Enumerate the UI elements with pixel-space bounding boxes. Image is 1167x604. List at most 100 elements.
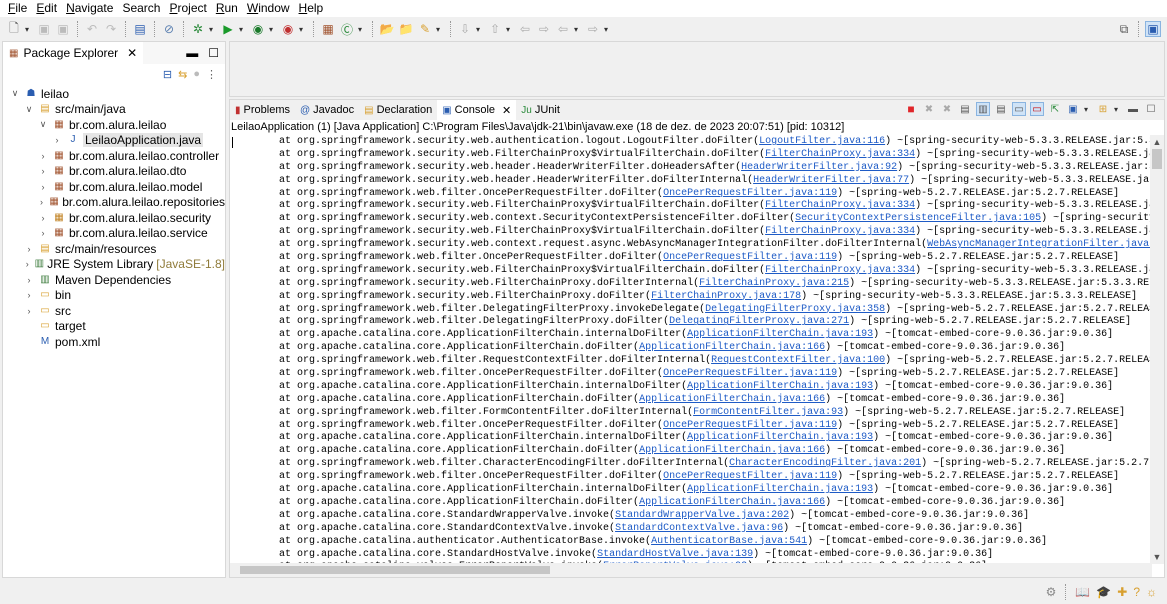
source-link[interactable]: FilterChainProxy.java:178 xyxy=(651,291,801,302)
run-dropdown[interactable]: ▾ xyxy=(239,25,247,34)
chevron-down-icon[interactable]: ∨ xyxy=(9,88,21,99)
link-with-editor-icon[interactable]: ⇆ xyxy=(178,68,187,81)
display-console-icon[interactable]: ▣ xyxy=(1066,102,1080,116)
tree-item[interactable]: › ▥ Maven Dependencies xyxy=(3,272,225,288)
forward-icon[interactable]: ⇨ xyxy=(585,21,601,37)
tree-item[interactable]: › ▦ br.com.alura.leilao.dto xyxy=(3,164,225,180)
tree-item[interactable]: › J LeilaoApplication.java xyxy=(3,133,225,149)
tree-item[interactable]: ∨ ☗ leilao xyxy=(3,86,225,102)
close-icon[interactable]: ✕ xyxy=(127,46,137,60)
chevron-right-icon[interactable]: › xyxy=(37,182,49,192)
collapse-all-icon[interactable]: ⊟ xyxy=(163,68,172,81)
tree-item[interactable]: ▭ target xyxy=(3,319,225,335)
vertical-scrollbar[interactable]: ▲ ▼ xyxy=(1150,135,1164,564)
word-wrap-icon[interactable]: ▤ xyxy=(994,102,1008,116)
menu-file[interactable]: File xyxy=(4,0,32,17)
source-link[interactable]: FilterChainProxy.java:334 xyxy=(765,265,915,276)
console-output[interactable]: at org.springframework.security.web.auth… xyxy=(230,135,1150,564)
next-annotation-icon[interactable]: ⇩ xyxy=(457,21,473,37)
tab-junit[interactable]: Ju JUnit xyxy=(516,100,565,120)
search-icon[interactable]: ✎ xyxy=(417,21,433,37)
tree-item[interactable]: › ▥ JRE System Library [JavaSE-1.8] xyxy=(3,257,225,273)
scroll-lock-icon[interactable]: ▥ xyxy=(976,102,990,116)
chevron-right-icon[interactable]: › xyxy=(23,275,35,285)
horizontal-scrollbar[interactable] xyxy=(230,563,1152,577)
tree-item[interactable]: › ▦ br.com.alura.leilao.service xyxy=(3,226,225,242)
menu-run[interactable]: Run xyxy=(212,0,243,17)
tree-item[interactable]: › ▭ src xyxy=(3,303,225,319)
pin-console-icon[interactable]: ⇱ xyxy=(1048,102,1062,116)
clear-console-icon[interactable]: ▤ xyxy=(958,102,972,116)
source-link[interactable]: DelegatingFilterProxy.java:358 xyxy=(705,304,885,315)
tree-item[interactable]: Mpom.xml xyxy=(3,334,225,350)
source-link[interactable]: ApplicationFilterChain.java:193 xyxy=(687,381,873,392)
tab-problems[interactable]: ▮ Problems xyxy=(230,100,295,120)
maximize-icon[interactable]: ☐ xyxy=(208,46,219,60)
tree-item[interactable]: › ▤ src/main/resources xyxy=(3,241,225,257)
new-dropdown[interactable]: ▾ xyxy=(25,25,33,34)
run-icon[interactable]: ▶ xyxy=(220,21,236,37)
scrollbar-thumb[interactable] xyxy=(240,566,550,574)
coverage-dropdown[interactable]: ▾ xyxy=(269,25,277,34)
open-console-icon[interactable]: ⊞ xyxy=(1096,102,1110,116)
new-package-icon[interactable]: ▦ xyxy=(320,21,336,37)
scroll-down-icon[interactable]: ▼ xyxy=(1150,552,1164,562)
source-link[interactable]: AuthenticatorBase.java:541 xyxy=(651,536,807,547)
source-link[interactable]: ApplicationFilterChain.java:166 xyxy=(639,445,825,456)
previous-annotation-icon[interactable]: ⇧ xyxy=(487,21,503,37)
minimize-icon[interactable]: ▬ xyxy=(186,46,198,60)
scroll-up-icon[interactable]: ▲ xyxy=(1150,137,1164,147)
chevron-right-icon[interactable]: › xyxy=(37,166,49,176)
source-link[interactable]: StandardWrapperValve.java:202 xyxy=(615,510,789,521)
new-class-icon[interactable]: Ⓒ xyxy=(339,21,355,37)
terminate-icon[interactable]: ■ xyxy=(904,102,918,116)
debug-dropdown[interactable]: ▾ xyxy=(209,25,217,34)
display-console-dropdown[interactable]: ▾ xyxy=(1084,105,1092,114)
sync-icon[interactable]: ⚙ xyxy=(1046,585,1057,599)
forward-dropdown[interactable]: ▾ xyxy=(604,25,612,34)
save-all-icon[interactable]: ▣ xyxy=(55,21,71,37)
source-link[interactable]: ApplicationFilterChain.java:166 xyxy=(639,497,825,508)
close-icon[interactable]: ✕ xyxy=(502,104,511,117)
help-icon[interactable]: ? xyxy=(1133,585,1140,599)
source-link[interactable]: StandardContextValve.java:96 xyxy=(615,523,783,534)
tree-item[interactable]: › ▦ br.com.alura.leilao.repositories xyxy=(3,195,225,211)
menu-edit[interactable]: Edit xyxy=(32,0,62,17)
source-link[interactable]: ApplicationFilterChain.java:193 xyxy=(687,432,873,443)
chevron-right-icon[interactable]: › xyxy=(51,135,63,145)
open-console-dropdown[interactable]: ▾ xyxy=(1114,105,1122,114)
focus-icon[interactable]: ● xyxy=(193,68,200,80)
menu-navigate[interactable]: Navigate xyxy=(62,0,118,17)
source-link[interactable]: HeaderWriterFilter.java:92 xyxy=(741,162,897,173)
chevron-right-icon[interactable]: › xyxy=(23,306,35,316)
chevron-right-icon[interactable]: › xyxy=(37,228,49,238)
open-perspective-icon[interactable]: ⧉ xyxy=(1116,21,1132,37)
tree-item[interactable]: › ▭ bin xyxy=(3,288,225,304)
open-task-icon[interactable]: 📁 xyxy=(398,21,414,37)
coverage-icon[interactable]: ◉ xyxy=(250,21,266,37)
debug-icon[interactable]: ✲ xyxy=(190,21,206,37)
tree-item[interactable]: ∨ ▦ br.com.alura.leilao xyxy=(3,117,225,133)
source-link[interactable]: OncePerRequestFilter.java:119 xyxy=(663,368,837,379)
undo-icon[interactable]: ↶ xyxy=(84,21,100,37)
scrollbar-thumb[interactable] xyxy=(1152,149,1162,169)
tree-item[interactable]: › ▦ br.com.alura.leilao.model xyxy=(3,179,225,195)
menu-window[interactable]: Window xyxy=(243,0,295,17)
source-link[interactable]: ApplicationFilterChain.java:193 xyxy=(687,329,873,340)
chevron-down-icon[interactable]: ∨ xyxy=(23,104,35,115)
chevron-right-icon[interactable]: › xyxy=(37,197,46,207)
next-annotation-dropdown[interactable]: ▾ xyxy=(476,25,484,34)
tips-icon[interactable]: 🎓 xyxy=(1096,585,1111,599)
source-link[interactable]: FormContentFilter.java:93 xyxy=(693,407,843,418)
redo-icon[interactable]: ↷ xyxy=(103,21,119,37)
book-icon[interactable]: 📖 xyxy=(1075,585,1090,599)
source-link[interactable]: StandardHostValve.java:139 xyxy=(597,549,753,560)
chevron-right-icon[interactable]: › xyxy=(23,259,31,269)
menu-help[interactable]: Help xyxy=(295,0,329,17)
tab-package-explorer[interactable]: ▦ Package Explorer ✕ xyxy=(3,42,144,64)
source-link[interactable]: ApplicationFilterChain.java:193 xyxy=(687,484,873,495)
minimize-icon[interactable]: ▬ xyxy=(1126,102,1140,116)
tab-console[interactable]: ▣ Console ✕ xyxy=(437,100,517,120)
source-link[interactable]: FilterChainProxy.java:334 xyxy=(765,200,915,211)
open-type-icon[interactable]: 📂 xyxy=(379,21,395,37)
